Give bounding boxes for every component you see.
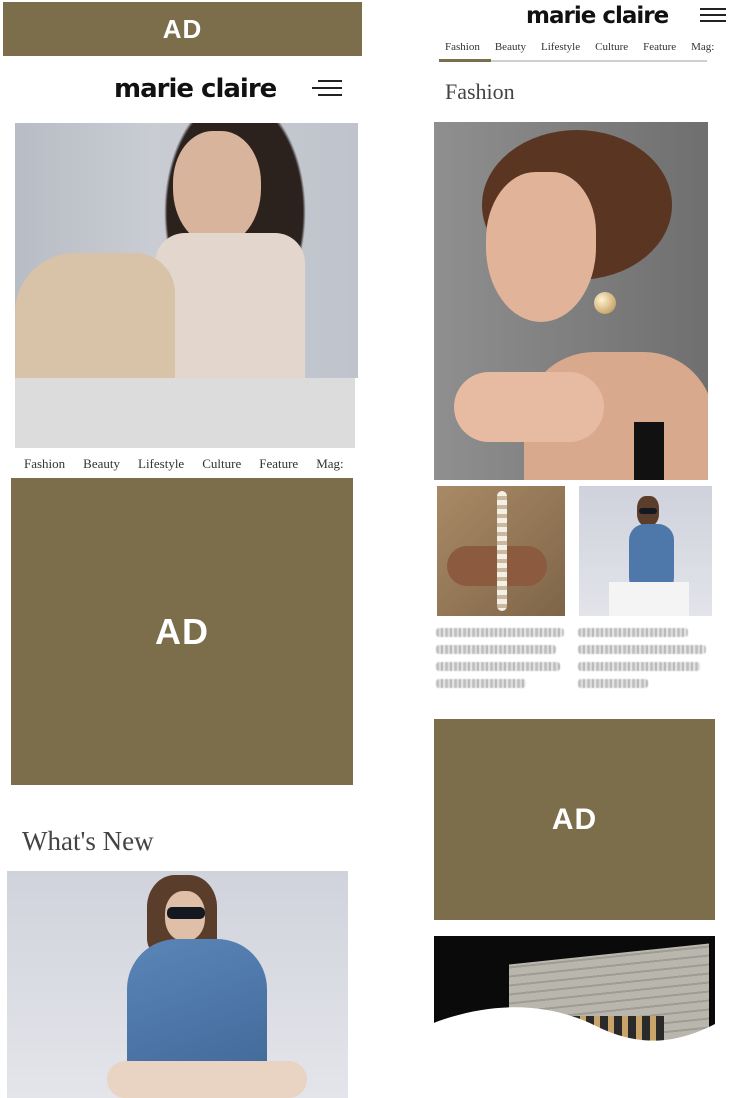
tab-culture[interactable]: Culture [595, 41, 628, 53]
tab-beauty[interactable]: Beauty [83, 456, 120, 472]
right-nav-tabs: Fashion Beauty Lifestyle Culture Feature… [445, 41, 739, 53]
left-nav-tabs: Fashion Beauty Lifestyle Culture Feature… [24, 456, 358, 472]
top-ad-banner[interactable]: AD [3, 2, 362, 56]
hamburger-menu-icon[interactable] [700, 8, 726, 22]
mid-ad-banner[interactable]: AD [11, 478, 353, 785]
right-ad-banner[interactable]: AD [434, 719, 715, 920]
hero-image[interactable] [15, 123, 358, 378]
model-hand [454, 372, 604, 442]
tab-feature[interactable]: Feature [643, 41, 676, 53]
ad-label: AD [155, 610, 209, 652]
tab-magazine[interactable]: Mag: [316, 456, 343, 472]
necklace-icon [497, 491, 507, 611]
site-logo[interactable]: marie claire [114, 74, 277, 104]
model-legs [107, 1061, 307, 1098]
caption-right [578, 628, 708, 696]
wave-divider [434, 1007, 715, 1048]
right-header: marie claire [430, 0, 739, 36]
hero-face [173, 131, 261, 246]
fashion-feature-image[interactable] [434, 122, 708, 480]
tab-culture[interactable]: Culture [202, 456, 241, 472]
jewelry-thumbnail[interactable] [437, 486, 565, 616]
hero-turtleneck [155, 233, 305, 378]
whats-new-title: What's New [22, 826, 154, 856]
hero-coat [15, 253, 175, 378]
tab-feature[interactable]: Feature [259, 456, 298, 472]
black-strap [634, 422, 664, 480]
tab-magazine[interactable]: Mag: [691, 41, 714, 53]
active-tab-underline [439, 59, 491, 62]
ad-label: AD [162, 13, 203, 44]
fashion-section-title: Fashion [445, 79, 515, 104]
caption-left [436, 628, 566, 696]
article-captions-blurred [416, 618, 734, 716]
ad-label: AD [551, 802, 598, 836]
tab-beauty[interactable]: Beauty [495, 41, 526, 53]
hamburger-menu-icon[interactable] [312, 80, 342, 96]
hero-caption-area [15, 378, 355, 448]
white-box [609, 582, 689, 616]
sunglasses-icon [167, 907, 205, 919]
whats-new-image[interactable] [7, 871, 348, 1098]
left-header: marie claire [14, 64, 358, 120]
building-image[interactable] [434, 936, 715, 1048]
sunglasses-icon [639, 508, 657, 514]
site-logo[interactable]: marie claire [526, 3, 669, 29]
tab-lifestyle[interactable]: Lifestyle [541, 41, 580, 53]
model-face [486, 172, 596, 322]
denim-thumbnail[interactable] [579, 486, 712, 616]
earring-icon [594, 292, 616, 314]
tab-fashion[interactable]: Fashion [24, 456, 65, 472]
tab-fashion[interactable]: Fashion [445, 41, 480, 53]
tab-lifestyle[interactable]: Lifestyle [138, 456, 184, 472]
